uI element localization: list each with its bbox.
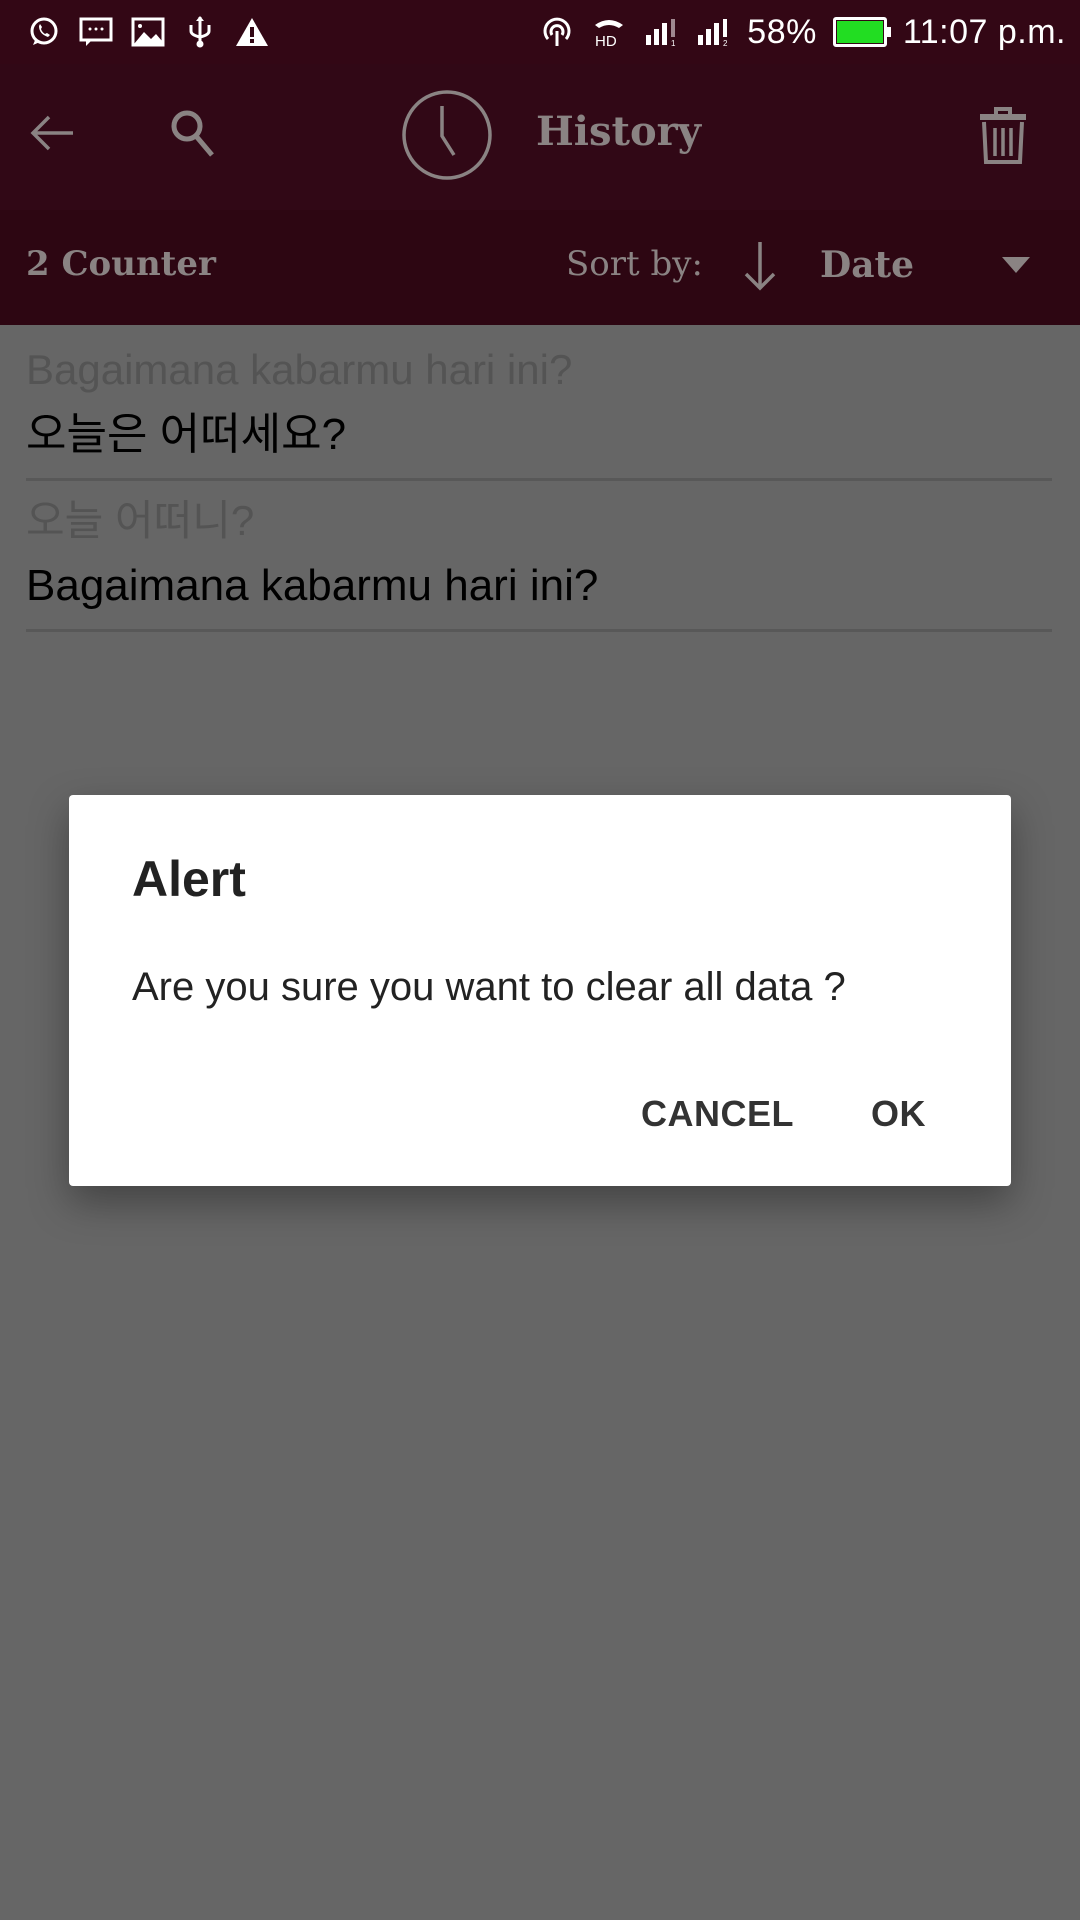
- translation-text: 오늘은 어떠세요?: [26, 410, 347, 459]
- battery-percent: 58%: [747, 12, 817, 51]
- source-text: Bagaimana kabarmu hari ini?: [26, 346, 573, 393]
- sort-dropdown-button[interactable]: [996, 250, 1036, 280]
- clock-icon: [400, 88, 494, 182]
- usb-icon: [182, 14, 218, 50]
- status-bar: HD 1 2 58% 11:07 p.m.: [0, 0, 1080, 64]
- sort-dropdown-value[interactable]: Date: [820, 244, 914, 286]
- page-title: History: [536, 108, 701, 155]
- clear-history-button[interactable]: [970, 100, 1036, 172]
- clock-time: 11:07 p.m.: [902, 12, 1066, 51]
- cancel-button[interactable]: CANCEL: [629, 1085, 806, 1143]
- svg-text:1: 1: [671, 39, 676, 47]
- signal-sim1-icon: 1: [643, 14, 679, 50]
- caret-down-icon: [1002, 257, 1030, 273]
- alert-dialog: Alert Are you sure you want to clear all…: [69, 795, 1011, 1186]
- list-item[interactable]: Bagaimana kabarmu hari ini? 오늘은 어떠세요?: [26, 340, 1052, 481]
- list-item[interactable]: 오늘 어떠니? Bagaimana kabarmu hari ini?: [26, 491, 1052, 632]
- svg-text:2: 2: [723, 39, 728, 47]
- history-list: Bagaimana kabarmu hari ini? 오늘은 어떠세요? 오늘…: [26, 340, 1052, 642]
- dialog-title: Alert: [132, 851, 246, 907]
- image-icon: [130, 14, 166, 50]
- ok-button[interactable]: OK: [859, 1085, 938, 1143]
- hd-call-icon: HD: [591, 14, 627, 50]
- translation-text: Bagaimana kabarmu hari ini?: [26, 561, 599, 610]
- warning-icon: [234, 14, 270, 50]
- signal-sim2-icon: 2: [695, 14, 731, 50]
- back-button[interactable]: [20, 100, 86, 166]
- history-counter: 2 Counter: [26, 244, 216, 284]
- dialog-message: Are you sure you want to clear all data …: [132, 965, 846, 1009]
- battery-icon: [832, 17, 891, 47]
- arrow-down-icon: [744, 242, 776, 291]
- message-icon: [78, 14, 114, 50]
- arrow-left-icon: [30, 115, 73, 151]
- sort-direction-button[interactable]: [738, 238, 782, 294]
- svg-text:HD: HD: [595, 33, 617, 49]
- trash-icon: [980, 107, 1026, 164]
- search-button[interactable]: [160, 100, 226, 166]
- source-text: 오늘 어떠니?: [26, 497, 255, 544]
- search-icon: [171, 110, 214, 157]
- whatsapp-icon: [26, 14, 62, 50]
- sort-by-label: Sort by:: [566, 244, 703, 284]
- hotspot-icon: [539, 14, 575, 50]
- battery-level: [836, 21, 883, 43]
